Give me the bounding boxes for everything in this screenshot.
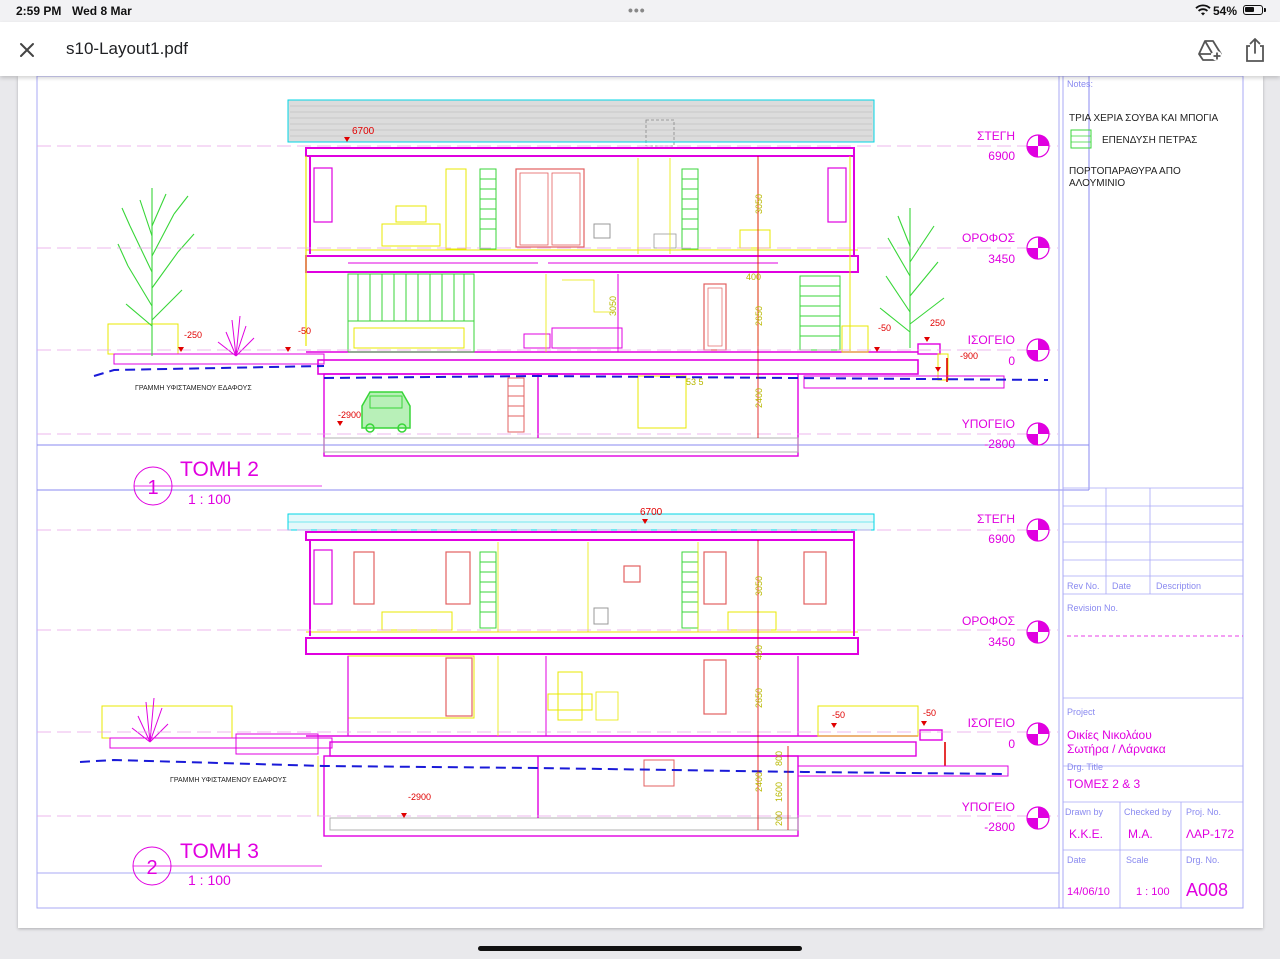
- dim-left-2: -50: [832, 710, 845, 720]
- dim-slab-2: 400: [754, 645, 764, 660]
- drg-title-label: Drg. Title: [1067, 762, 1103, 772]
- status-bar: 2:59 PM Wed 8 Mar ••• 54%: [0, 0, 1280, 22]
- section-1-scale: 1 : 100: [188, 491, 231, 507]
- dim-800: 800: [774, 751, 784, 766]
- pdf-page: 6700 3050 400 2650 3050 2400 53 5 -250 -…: [18, 76, 1263, 928]
- drg-title-value: ΤΟΜΕΣ 2 & 3: [1067, 777, 1141, 791]
- scale-value: 1 : 100: [1136, 886, 1170, 898]
- note-3-line-2: ΑΛΟΥΜΙΝΙΟ: [1069, 178, 1125, 189]
- add-to-drive-icon[interactable]: [1196, 36, 1224, 64]
- dim-1600: 1600: [774, 782, 784, 802]
- project-line-1: Οικίες Νικολάου: [1067, 728, 1152, 742]
- dim-right-2: -50: [923, 708, 936, 718]
- level-ground-name-2: ΙΣΟΓΕΙΟ: [968, 716, 1015, 730]
- dim-basement: -2900: [338, 410, 361, 420]
- battery-icon: [1243, 5, 1266, 15]
- dim-roof: 6700: [352, 126, 375, 137]
- section-1-drawing: 6700 3050 400 2650 3050 2400 53 5 -250 -…: [37, 99, 1058, 507]
- wifi-icon: [1195, 4, 1211, 16]
- status-date: Wed 8 Mar: [72, 4, 132, 18]
- section-2-drawing: 6700 3050 400 2650 2400 800 1600 200 -50…: [37, 507, 1058, 888]
- level-roof-value: 6900: [988, 149, 1015, 163]
- level-roof-name: ΣΤΕΓΗ: [977, 129, 1015, 143]
- dim-ground-height-2: 2650: [754, 688, 764, 708]
- drawn-by-label: Drawn by: [1065, 807, 1104, 817]
- level-first-value: 3450: [988, 252, 1015, 266]
- note-1: ΤΡΙΑ ΧΕΡΙΑ ΣΟΥΒΑ ΚΑΙ ΜΠΟΓΙΑ: [1069, 113, 1219, 124]
- dim-floor-height: 3050: [754, 194, 764, 214]
- section-2-number: 2: [146, 857, 157, 879]
- dim-left-a: -250: [184, 330, 202, 340]
- level-first-name: ΟΡΟΦΟΣ: [962, 231, 1015, 245]
- dim-roof-2: 6700: [640, 507, 663, 518]
- multitasking-dots-icon[interactable]: •••: [628, 2, 646, 18]
- description-header: Description: [1156, 581, 1201, 591]
- level-basement-value-2: -2800: [984, 820, 1015, 834]
- section-2-title: ΤΟΜΗ 3: [180, 840, 259, 863]
- notes-label: Notes:: [1067, 79, 1093, 89]
- app-toolbar: s10-Layout1.pdf: [0, 22, 1280, 76]
- ground-line-label-top: ΓΡΑΜΜΗ ΥΦΙΣΤΑΜΕΝΟΥ ΕΔΑΦΟΥΣ: [135, 385, 252, 392]
- architectural-drawing: 6700 3050 400 2650 3050 2400 53 5 -250 -…: [36, 76, 1244, 909]
- battery-percent: 54%: [1213, 4, 1238, 18]
- close-icon[interactable]: [14, 37, 40, 63]
- dim-floor-height-2: 3050: [754, 576, 764, 596]
- checked-by-value: M.A.: [1128, 827, 1153, 841]
- dim-ground-height: 2650: [754, 306, 764, 326]
- revision-no-label: Revision No.: [1067, 603, 1118, 613]
- rev-no-header: Rev No.: [1067, 581, 1100, 591]
- level-roof-name-2: ΣΤΕΓΗ: [977, 512, 1015, 526]
- dim-stair: 53 5: [686, 377, 704, 387]
- level-ground-value-2: 0: [1008, 737, 1015, 751]
- ground-line-label-bottom: ΓΡΑΜΜΗ ΥΦΙΣΤΑΜΕΝΟΥ ΕΔΑΦΟΥΣ: [170, 777, 287, 784]
- dim-basement-height-2: 2400: [754, 772, 764, 792]
- level-markers-bottom: [1026, 518, 1050, 830]
- section-1-title: ΤΟΜΗ 2: [180, 458, 259, 481]
- note-3-line-1: ΠΟΡΤΟΠΑΡΑΘΥΡΑ ΑΠΟ: [1069, 166, 1181, 177]
- drg-no-label: Drg. No.: [1186, 855, 1220, 865]
- section-2-scale: 1 : 100: [188, 872, 231, 888]
- dim-200: 200: [774, 811, 784, 826]
- scale-label: Scale: [1126, 855, 1149, 865]
- dim-basement-height: 2400: [754, 388, 764, 408]
- level-ground-name: ΙΣΟΓΕΙΟ: [968, 333, 1015, 347]
- level-markers-top: [1026, 134, 1050, 446]
- dim-left-b: -50: [298, 326, 311, 336]
- date-value: 14/06/10: [1067, 886, 1110, 898]
- home-indicator[interactable]: [478, 946, 802, 951]
- dim-basement-2: -2900: [408, 792, 431, 802]
- proj-no-label: Proj. No.: [1186, 807, 1221, 817]
- document-title: s10-Layout1.pdf: [66, 39, 188, 58]
- pdf-viewer[interactable]: 6700 3050 400 2650 3050 2400 53 5 -250 -…: [0, 76, 1280, 959]
- note-2: ΕΠΕΝΔΥΣΗ ΠΕΤΡΑΣ: [1102, 135, 1197, 146]
- date-label: Date: [1067, 855, 1086, 865]
- level-basement-name-2: ΥΠΟΓΕΙΟ: [962, 800, 1015, 814]
- dim-ground-alt: 3050: [608, 296, 618, 316]
- share-icon[interactable]: [1242, 36, 1268, 64]
- date-header: Date: [1112, 581, 1131, 591]
- level-first-name-2: ΟΡΟΦΟΣ: [962, 614, 1015, 628]
- status-time: 2:59 PM: [16, 4, 62, 18]
- dim-right-b: 250: [930, 318, 945, 328]
- section-1-number: 1: [147, 477, 158, 499]
- drawn-by-value: K.K.E.: [1069, 827, 1103, 841]
- title-block: Notes: ΤΡΙΑ ΧΕΡΙΑ ΣΟΥΒΑ ΚΑΙ ΜΠΟΓΙΑ ΕΠΕΝΔ…: [1058, 76, 1244, 909]
- project-label: Project: [1067, 707, 1096, 717]
- checked-by-label: Checked by: [1124, 807, 1172, 817]
- project-line-2: Σωτήρα / Λάρνακα: [1067, 742, 1166, 756]
- dim-right-c: -900: [960, 351, 978, 361]
- drg-no-value: A008: [1186, 880, 1228, 900]
- dim-right-a: -50: [878, 323, 891, 333]
- level-ground-value: 0: [1008, 354, 1015, 368]
- level-basement-name: ΥΠΟΓΕΙΟ: [962, 417, 1015, 431]
- proj-no-value: ΛΑΡ-172: [1186, 827, 1234, 841]
- dim-slab: 400: [746, 272, 761, 282]
- level-basement-value: -2800: [984, 437, 1015, 451]
- level-first-value-2: 3450: [988, 635, 1015, 649]
- level-roof-value-2: 6900: [988, 532, 1015, 546]
